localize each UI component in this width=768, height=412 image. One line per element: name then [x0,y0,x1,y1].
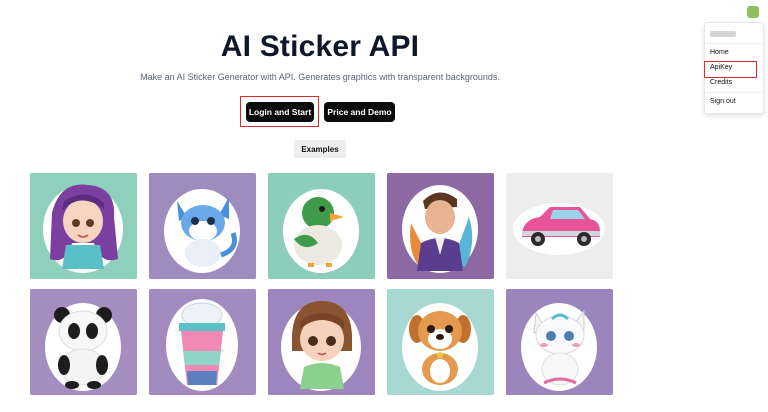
page-title: AI Sticker API [220,30,420,63]
puppy-sticker-icon [387,289,494,395]
menu-item-credits[interactable]: Credits [710,79,732,86]
example-sticker[interactable] [387,173,494,279]
login-and-start-button[interactable]: Login and Start [246,102,314,122]
example-sticker[interactable] [30,173,137,279]
man-sticker-icon [387,173,494,279]
panda-sticker-icon [30,289,137,395]
price-and-demo-button[interactable]: Price and Demo [324,102,395,122]
examples-tab[interactable]: Examples [294,140,346,158]
dropdown-divider [705,92,763,93]
white-cat-sticker-icon [506,289,613,395]
duck-sticker-icon [268,173,375,279]
example-sticker[interactable] [268,173,375,279]
example-sticker[interactable] [506,289,613,395]
girl-brown-hair-sticker-icon [268,289,375,395]
example-sticker[interactable] [149,289,256,395]
example-sticker[interactable] [149,173,256,279]
kitten-sticker-icon [149,173,256,279]
apikey-highlight-box [704,61,757,78]
menu-item-sign-out[interactable]: Sign out [710,98,736,105]
car-sticker-icon [506,173,613,279]
user-name-placeholder [710,31,736,37]
example-sticker[interactable] [30,289,137,395]
milkshake-sticker-icon [149,289,256,395]
user-avatar[interactable] [747,6,759,18]
menu-item-home[interactable]: Home [710,49,729,56]
example-sticker[interactable] [387,289,494,395]
example-sticker[interactable] [268,289,375,395]
page-subtitle: Make an AI Sticker Generator with API. G… [140,72,500,82]
examples-grid [30,173,613,395]
dropdown-divider [705,43,763,44]
girl-sticker-icon [30,173,137,279]
example-sticker[interactable] [506,173,613,279]
